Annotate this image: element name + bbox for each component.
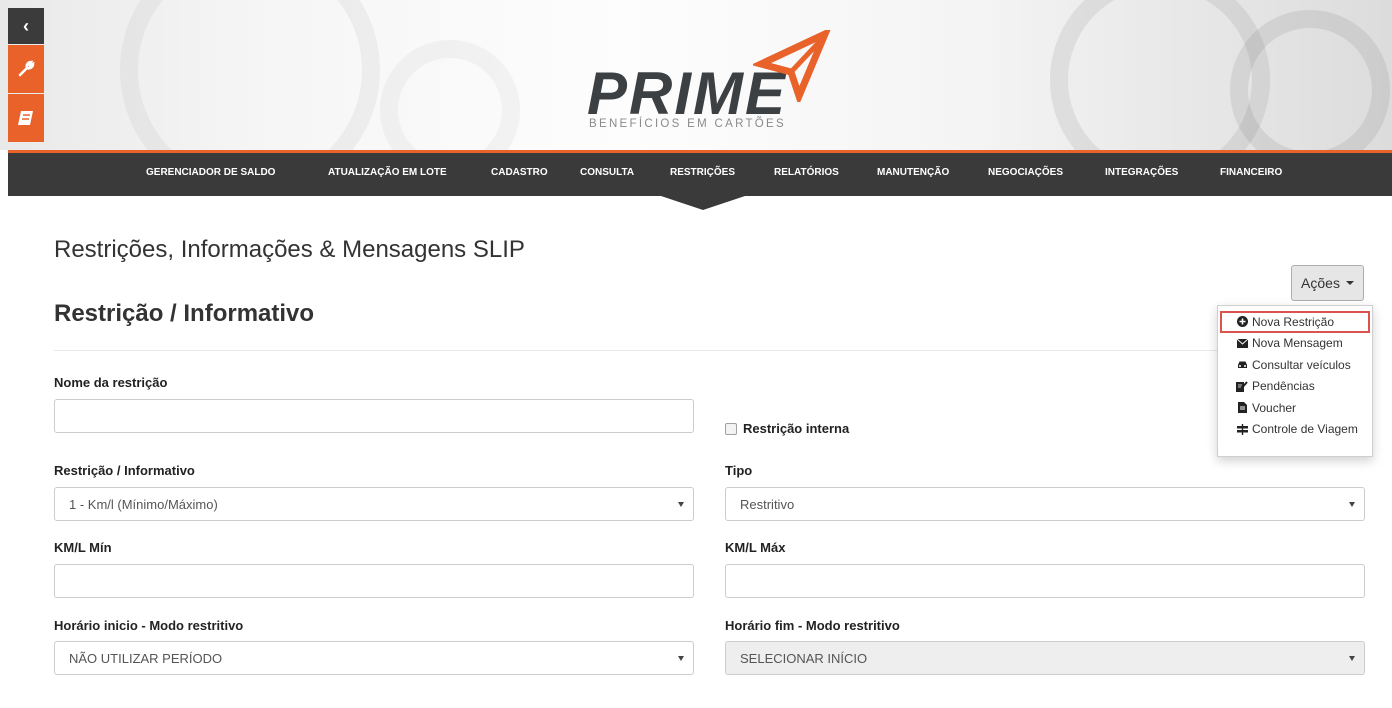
file-icon [1236,402,1248,414]
tools-button[interactable] [8,45,44,93]
caret-down-icon [1345,281,1354,285]
horario-inicio-label: Horário inicio - Modo restritivo [54,618,244,633]
banner-decoration [120,0,380,150]
kml-min-label: KM/L Mín [54,540,112,555]
kml-min-input[interactable] [54,564,694,598]
menu-item-label: Consultar veículos [1252,357,1351,372]
horario-inicio-select[interactable]: NÃO UTILIZAR PERÍODO [54,641,694,675]
menu-item-label: Controle de Viagem [1252,422,1358,437]
menu-item-consultar-veiculos[interactable]: Consultar veículos [1218,354,1372,376]
nav-item-cadastro[interactable]: CADASTRO [491,153,548,196]
tipo-label: Tipo [725,463,753,478]
menu-item-voucher[interactable]: Voucher [1218,397,1372,419]
nav-item-restricoes[interactable]: RESTRIÇÕES [670,153,735,196]
page-title: Restrições, Informações & Mensagens SLIP [54,236,525,263]
select-arrow-icon [1349,502,1355,507]
envelope-icon [1236,337,1248,349]
banner-decoration [1230,10,1390,150]
nav-item-manutencao[interactable]: MANUTENÇÃO [877,153,949,196]
menu-item-nova-restricao[interactable]: Nova Restrição [1220,311,1370,333]
logo-tagline: BENEFÍCIOS EM CARTÕES [589,118,786,130]
tipo-value: Restritivo [740,496,795,512]
horario-inicio-value: NÃO UTILIZAR PERÍODO [69,650,223,666]
kml-max-input[interactable] [725,564,1365,598]
nav-item-gerenciador-de-saldo[interactable]: GERENCIADOR DE SALDO [146,153,275,196]
restricao-informativo-select[interactable]: 1 - Km/l (Mínimo/Máximo) [54,487,694,521]
header-banner: PRIME BENEFÍCIOS EM CARTÕES [0,0,1392,150]
nav-item-relatorios[interactable]: RELATÓRIOS [774,153,839,196]
restricao-interna-label[interactable]: Restrição interna [743,421,849,436]
nav-item-negociacoes[interactable]: NEGOCIAÇÕES [988,153,1063,196]
menu-item-nova-mensagem[interactable]: Nova Mensagem [1218,333,1372,355]
horario-fim-select[interactable]: SELECIONAR INÍCIO [725,641,1365,675]
plus-circle-icon [1236,316,1248,328]
manual-button[interactable] [8,94,44,142]
nav-item-integracoes[interactable]: INTEGRAÇÕES [1105,153,1178,196]
wrench-icon [18,60,35,77]
tipo-select[interactable]: Restritivo [725,487,1365,521]
select-arrow-icon [678,656,684,661]
nav-item-consulta[interactable]: CONSULTA [580,153,634,196]
acoes-dropdown-button[interactable]: Ações [1291,265,1364,301]
menu-item-pendencias[interactable]: Pendências [1218,376,1372,398]
nome-restricao-input[interactable] [54,399,694,433]
select-arrow-icon [1349,656,1355,661]
menu-item-label: Voucher [1252,400,1297,415]
select-arrow-icon [678,502,684,507]
menu-item-label: Nova Restrição [1252,314,1335,329]
nome-restricao-label: Nome da restrição [54,375,168,390]
book-icon [18,111,33,125]
restricao-interna-checkbox-group: Restrição interna [725,421,849,436]
back-button[interactable]: ‹ [8,8,44,44]
restricao-informativo-label: Restrição / Informativo [54,463,195,478]
section-title: Restrição / Informativo [54,300,315,327]
prime-logo[interactable]: PRIME BENEFÍCIOS EM CARTÕES [585,30,845,140]
nav-item-financeiro[interactable]: FINANCEIRO [1220,153,1282,196]
side-toolbar: ‹ [8,8,44,142]
restricao-interna-checkbox[interactable] [725,422,737,435]
car-icon [1236,359,1248,371]
kml-max-label: KM/L Máx [725,540,786,555]
active-nav-indicator [655,194,751,210]
horario-fim-label: Horário fim - Modo restritivo [725,618,900,633]
road-sign-icon [1236,423,1248,435]
menu-item-controle-de-viagem[interactable]: Controle de Viagem [1218,419,1372,441]
menu-item-label: Nova Mensagem [1252,336,1343,351]
restricao-informativo-value: 1 - Km/l (Mínimo/Máximo) [69,496,218,512]
banner-decoration [380,40,520,150]
acoes-menu: Nova Restrição Nova Mensagem Consultar v… [1217,305,1373,457]
horario-fim-value: SELECIONAR INÍCIO [740,650,868,666]
chevron-left-icon: ‹ [23,15,29,36]
nav-item-atualizacao-em-lote[interactable]: ATUALIZAÇÃO EM LOTE [328,153,447,196]
menu-item-label: Pendências [1252,379,1315,394]
paper-plane-icon [753,30,831,102]
section-divider [54,350,1364,351]
main-nav: GERENCIADOR DE SALDO ATUALIZAÇÃO EM LOTE… [8,150,1392,196]
edit-icon [1236,380,1248,392]
acoes-label: Ações [1301,275,1340,291]
